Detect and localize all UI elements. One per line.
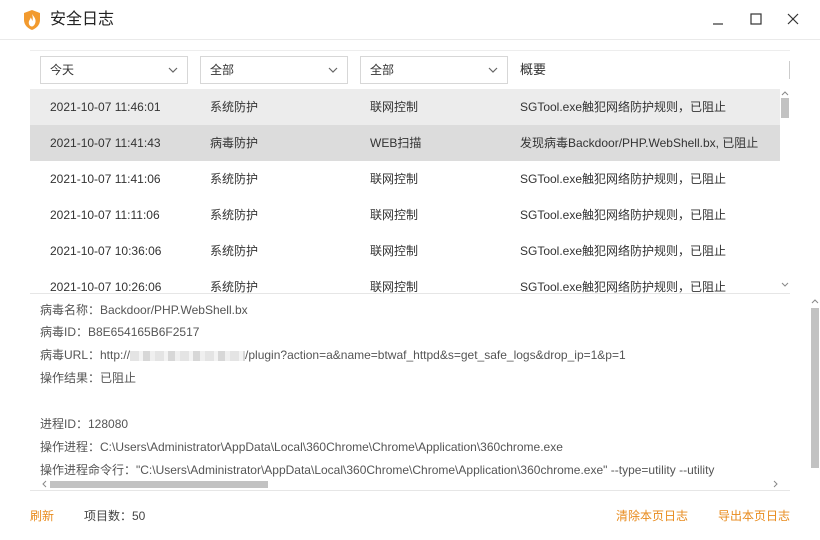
detail-url-label: 病毒URL：http:// <box>40 348 131 362</box>
scroll-down-icon[interactable] <box>780 280 790 290</box>
scroll-right-icon[interactable] <box>772 479 780 489</box>
type-filter-select[interactable]: 全部 <box>200 56 348 84</box>
row-category: 联网控制 <box>370 280 419 294</box>
row-category: 联网控制 <box>370 208 419 222</box>
refresh-link[interactable]: 刷新 <box>30 508 54 524</box>
detail-virus-id: 病毒ID：B8E654165B6F2517 <box>40 325 200 339</box>
row-summary: SGTool.exe触犯网络防护规则，已阻止 <box>520 100 727 114</box>
row-category: 联网控制 <box>370 100 419 114</box>
detail-result: 操作结果：已阻止 <box>40 371 137 385</box>
filter-row: 今天 全部 全部 概要 <box>30 51 790 89</box>
detail-horizontal-scrollbar[interactable] <box>40 479 780 489</box>
time-filter-select[interactable]: 今天 <box>40 56 188 84</box>
maximize-button[interactable] <box>745 8 767 30</box>
shield-flame-icon <box>24 10 40 30</box>
row-type: 系统防护 <box>210 100 259 114</box>
log-table: 今天 全部 全部 概要 2021-10-07 11:46:01 系统防护 联网控… <box>30 50 790 294</box>
category-filter-select[interactable]: 全部 <box>360 56 508 84</box>
column-divider <box>789 61 790 79</box>
detail-process-id: 进程ID：128080 <box>40 417 129 431</box>
table-row[interactable]: 2021-10-07 11:41:43 病毒防护 WEB扫描 发现病毒Backd… <box>30 125 780 161</box>
row-time: 2021-10-07 11:41:06 <box>50 172 161 186</box>
category-filter-value: 全部 <box>370 63 395 77</box>
row-summary: SGTool.exe触犯网络防护规则，已阻止 <box>520 280 727 294</box>
maximize-icon <box>750 13 762 25</box>
minimize-icon <box>713 23 723 25</box>
detail-vscroll-thumb[interactable] <box>811 308 819 468</box>
row-summary: SGTool.exe触犯网络防护规则，已阻止 <box>520 208 727 222</box>
footer-bar: 刷新 项目数：50 清除本页日志 导出本页日志 <box>0 500 820 530</box>
time-filter-value: 今天 <box>50 63 75 77</box>
title-bar: 安全日志 <box>0 0 820 40</box>
minimize-button[interactable] <box>707 8 729 30</box>
scroll-left-icon[interactable] <box>40 479 48 489</box>
row-time: 2021-10-07 10:36:06 <box>50 244 162 258</box>
close-icon <box>787 13 799 25</box>
scroll-up-icon[interactable] <box>780 88 790 98</box>
export-page-logs-link[interactable]: 导出本页日志 <box>718 508 790 524</box>
detail-panel: 病毒名称：Backdoor/PHP.WebShell.bx 病毒ID：B8E65… <box>30 293 819 491</box>
chevron-down-icon <box>488 67 498 73</box>
table-row[interactable]: 2021-10-07 11:41:06 系统防护 联网控制 SGTool.exe… <box>30 161 780 197</box>
row-type: 病毒防护 <box>210 136 259 150</box>
item-count: 项目数：50 <box>84 509 146 523</box>
row-time: 2021-10-07 10:26:06 <box>50 280 162 294</box>
type-filter-value: 全部 <box>210 63 235 77</box>
redacted-host <box>130 350 246 361</box>
close-button[interactable] <box>782 8 804 30</box>
clear-page-logs-link[interactable]: 清除本页日志 <box>616 508 688 524</box>
row-time: 2021-10-07 11:41:43 <box>50 136 161 150</box>
table-scrollbar[interactable] <box>780 88 790 293</box>
row-category: WEB扫描 <box>370 136 422 150</box>
row-summary: SGTool.exe触犯网络防护规则，已阻止 <box>520 172 727 186</box>
detail-virus-url: 病毒URL：http:// /plugin?action=a&name=btwaf… <box>40 347 626 363</box>
table-row[interactable]: 2021-10-07 10:26:06 系统防护 联网控制 SGTool.exe… <box>30 269 780 294</box>
chevron-down-icon <box>168 67 178 73</box>
detail-hscroll-thumb[interactable] <box>50 481 268 488</box>
scroll-up-icon[interactable] <box>810 296 820 306</box>
detail-url-path: /plugin?action=a&name=btwaf_httpd&s=get_… <box>245 348 626 362</box>
log-rows: 2021-10-07 11:46:01 系统防护 联网控制 SGTool.exe… <box>30 89 780 294</box>
table-row[interactable]: 2021-10-07 11:46:01 系统防护 联网控制 SGTool.exe… <box>30 89 780 125</box>
detail-virus-name: 病毒名称：Backdoor/PHP.WebShell.bx <box>40 303 248 317</box>
chevron-down-icon <box>328 67 338 73</box>
row-type: 系统防护 <box>210 244 259 258</box>
row-type: 系统防护 <box>210 208 259 222</box>
row-time: 2021-10-07 11:11:06 <box>50 208 160 222</box>
detail-process: 操作进程：C:\Users\Administrator\AppData\Loca… <box>40 440 563 454</box>
table-row[interactable]: 2021-10-07 10:36:06 系统防护 联网控制 SGTool.exe… <box>30 233 780 269</box>
row-time: 2021-10-07 11:46:01 <box>50 100 161 114</box>
summary-column-header: 概要 <box>520 62 547 77</box>
detail-vertical-scrollbar[interactable] <box>810 294 820 484</box>
table-row[interactable]: 2021-10-07 11:11:06 系统防护 联网控制 SGTool.exe… <box>30 197 780 233</box>
row-type: 系统防护 <box>210 280 259 294</box>
detail-cmdline: 操作进程命令行："C:\Users\Administrator\AppData\… <box>40 463 715 477</box>
row-type: 系统防护 <box>210 172 259 186</box>
table-scroll-thumb[interactable] <box>781 98 789 118</box>
row-summary: 发现病毒Backdoor/PHP.WebShell.bx, 已阻止 <box>520 136 759 150</box>
window-title: 安全日志 <box>50 11 115 28</box>
row-category: 联网控制 <box>370 172 419 186</box>
row-summary: SGTool.exe触犯网络防护规则，已阻止 <box>520 244 727 258</box>
row-category: 联网控制 <box>370 244 419 258</box>
